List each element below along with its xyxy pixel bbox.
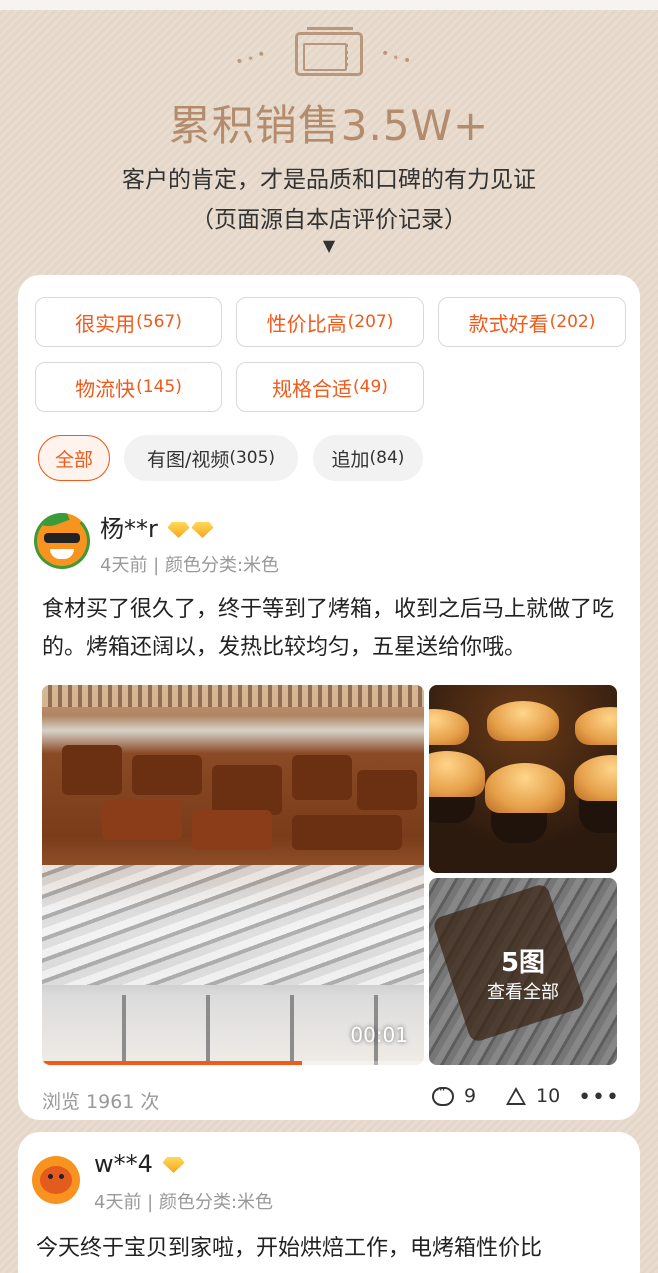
down-arrow-icon: ▼ — [322, 236, 336, 255]
like-count: 10 — [536, 1085, 561, 1107]
tag-good-looking[interactable]: 款式好看 (202) — [438, 297, 626, 347]
diamond-icon — [162, 1157, 185, 1173]
review-card: w**4 4天前 | 颜色分类:米色 今天终于宝贝到家啦，开始烘焙工作，电烤箱性… — [18, 1132, 640, 1273]
review-photo-more[interactable]: 5图 查看全部 — [429, 878, 617, 1065]
tag-count: (202) — [549, 312, 596, 332]
top-bar — [0, 0, 658, 10]
video-duration: 00:01 — [350, 1023, 408, 1047]
review-text: 今天终于宝贝到家啦，开始烘焙工作，电烤箱性价比 — [36, 1236, 543, 1261]
filter-follow-up[interactable]: 追加 (84) — [313, 435, 423, 481]
filter-label: 有图/视频 — [146, 448, 230, 471]
more-options-icon[interactable]: ••• — [578, 1085, 620, 1110]
sparkle-right-icon: •⋆• — [378, 45, 416, 71]
like-icon — [506, 1087, 526, 1105]
oven-icon — [295, 27, 363, 76]
tag-count: (145) — [136, 377, 182, 397]
sparkle-left-icon: •⋆• — [233, 45, 271, 71]
reviewer-name-text: w**4 — [94, 1150, 153, 1178]
sales-note: （页面源自本店评价记录） — [191, 207, 467, 233]
reviewer-name[interactable]: w**4 — [94, 1150, 185, 1178]
video-progress-bar[interactable] — [42, 1061, 424, 1065]
tag-count: (207) — [347, 312, 394, 332]
tag-label: 款式好看 — [468, 311, 549, 336]
tag-label: 性价比高 — [266, 311, 347, 336]
tag-count: (49) — [353, 377, 388, 397]
photo-count: 5图 — [500, 948, 546, 978]
oven-rack — [42, 685, 424, 707]
tag-very-practical[interactable]: 很实用 (567) — [35, 297, 222, 347]
tag-fast-shipping[interactable]: 物流快 (145) — [35, 362, 222, 412]
sales-subtitle: 客户的肯定，才是品质和口碑的有力见证 — [122, 167, 536, 193]
sales-title: 累积销售3.5W+ — [168, 101, 490, 150]
tag-right-size[interactable]: 规格合适 (49) — [236, 362, 424, 412]
tag-value-for-money[interactable]: 性价比高 (207) — [236, 297, 424, 347]
view-count: 浏览 1961 次 — [42, 1091, 160, 1113]
like-button[interactable]: 10 — [506, 1085, 560, 1107]
diamond-icon — [167, 522, 190, 538]
review-card: 很实用 (567) 性价比高 (207) 款式好看 (202) 物流快 (145) 规格… — [18, 275, 640, 1120]
filter-with-media[interactable]: 有图/视频 (305) — [124, 435, 298, 481]
review-video[interactable]: 00:01 — [42, 685, 424, 1065]
tag-label: 很实用 — [75, 311, 136, 336]
sales-header: •⋆• •⋆• 累积销售3.5W+ 客户的肯定，才是品质和口碑的有力见证 （页面… — [0, 10, 658, 275]
oven-decoration: •⋆• •⋆• — [0, 27, 658, 82]
review-photo-egg-tarts[interactable] — [429, 685, 617, 873]
review-meta: 4天前 | 颜色分类:米色 — [94, 1192, 274, 1213]
review-meta: 4天前 | 颜色分类:米色 — [100, 555, 280, 576]
review-text: 食材买了很久了，终于等到了烤箱，收到之后马上就做了吃的。烤箱还阔以，发热比较均匀… — [42, 597, 615, 660]
diamond-icon — [191, 522, 214, 538]
avatar[interactable] — [34, 513, 90, 569]
tag-count: (567) — [136, 312, 182, 332]
tag-label: 规格合适 — [272, 376, 353, 401]
comment-count: 9 — [464, 1085, 477, 1107]
filter-label: 追加 — [331, 448, 370, 471]
filter-label: 全部 — [54, 448, 93, 471]
comment-icon — [432, 1083, 454, 1106]
foil — [42, 865, 424, 985]
reviewer-name-text: 杨**r — [100, 515, 158, 543]
video-progress-fill — [42, 1061, 302, 1065]
comment-button[interactable]: 9 — [432, 1083, 477, 1107]
reviewer-name[interactable]: 杨**r — [100, 509, 214, 544]
filter-count: (305) — [229, 448, 276, 468]
view-all-photos[interactable]: 查看全部 — [429, 978, 617, 1004]
filter-all[interactable]: 全部 — [38, 435, 110, 481]
tag-label: 物流快 — [75, 376, 136, 401]
filter-count: (84) — [369, 448, 405, 468]
avatar[interactable] — [32, 1156, 80, 1204]
